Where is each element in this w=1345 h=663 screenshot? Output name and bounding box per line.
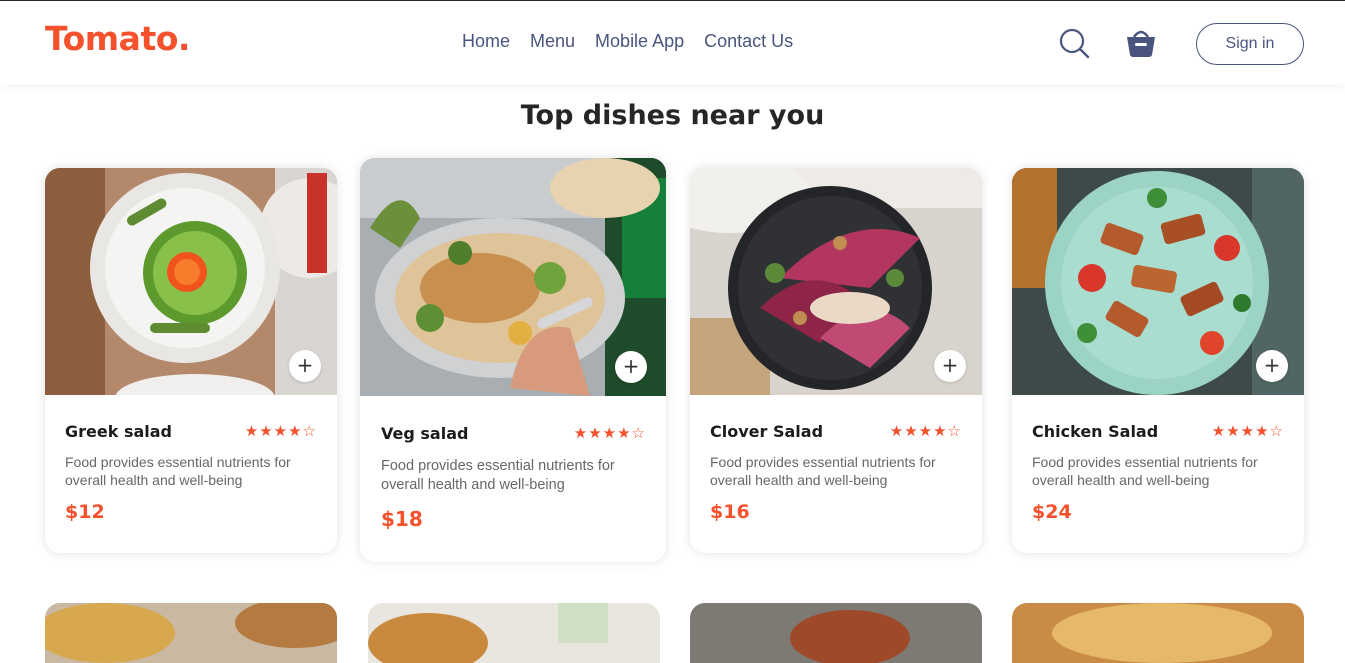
- rating-stars: ★★★★☆: [244, 422, 317, 440]
- sign-in-button[interactable]: Sign in: [1196, 23, 1304, 65]
- food-price: $18: [381, 507, 423, 531]
- rating-stars: ★★★★☆: [1211, 422, 1284, 440]
- add-to-cart-button[interactable]: +: [934, 350, 966, 382]
- search-icon[interactable]: [1058, 27, 1090, 59]
- food-card-partial[interactable]: [1012, 603, 1304, 663]
- food-image: [1012, 603, 1304, 663]
- food-description: Food provides essential nutrients for ov…: [710, 454, 936, 488]
- rating-stars: ★★★★☆: [573, 424, 646, 442]
- basket-icon[interactable]: [1124, 25, 1158, 59]
- food-card-partial[interactable]: [690, 603, 982, 663]
- add-to-cart-button[interactable]: +: [289, 350, 321, 382]
- rating-stars: ★★★★☆: [889, 422, 962, 440]
- logo[interactable]: Tomato.: [45, 19, 190, 58]
- nav-menu[interactable]: Menu: [530, 31, 575, 52]
- main-nav: Home Menu Mobile App Contact Us: [462, 31, 793, 52]
- add-to-cart-button[interactable]: +: [615, 351, 647, 383]
- nav-mobile-app[interactable]: Mobile App: [595, 31, 684, 52]
- food-card[interactable]: + Greek salad ★★★★☆ Food provides essent…: [45, 168, 337, 553]
- add-to-cart-button[interactable]: +: [1256, 350, 1288, 382]
- nav-contact-us[interactable]: Contact Us: [704, 31, 793, 52]
- food-description: Food provides essential nutrients for ov…: [381, 458, 615, 493]
- food-card[interactable]: + Chicken Salad ★★★★☆ Food provides esse…: [1012, 168, 1304, 553]
- food-name: Clover Salad: [710, 422, 824, 441]
- food-card-partial[interactable]: [368, 603, 660, 663]
- food-card[interactable]: + Clover Salad ★★★★☆ Food provides essen…: [690, 168, 982, 553]
- section-title: Top dishes near you: [520, 100, 825, 131]
- food-image: [368, 603, 660, 663]
- food-name: Chicken Salad: [1032, 422, 1159, 441]
- food-card-partial[interactable]: [45, 603, 337, 663]
- food-name: Veg salad: [381, 424, 469, 443]
- food-description: Food provides essential nutrients for ov…: [65, 454, 291, 488]
- nav-home[interactable]: Home: [462, 31, 510, 52]
- food-price: $24: [1032, 501, 1072, 523]
- food-name: Greek salad: [65, 422, 172, 441]
- navbar: Tomato. Home Menu Mobile App Contact Us …: [0, 1, 1345, 85]
- food-description: Food provides essential nutrients for ov…: [1032, 454, 1258, 488]
- food-price: $16: [710, 501, 750, 523]
- food-card[interactable]: + Veg salad ★★★★☆ Food provides essentia…: [360, 158, 666, 562]
- food-price: $12: [65, 501, 105, 523]
- food-image: [690, 603, 982, 663]
- food-image: [45, 603, 337, 663]
